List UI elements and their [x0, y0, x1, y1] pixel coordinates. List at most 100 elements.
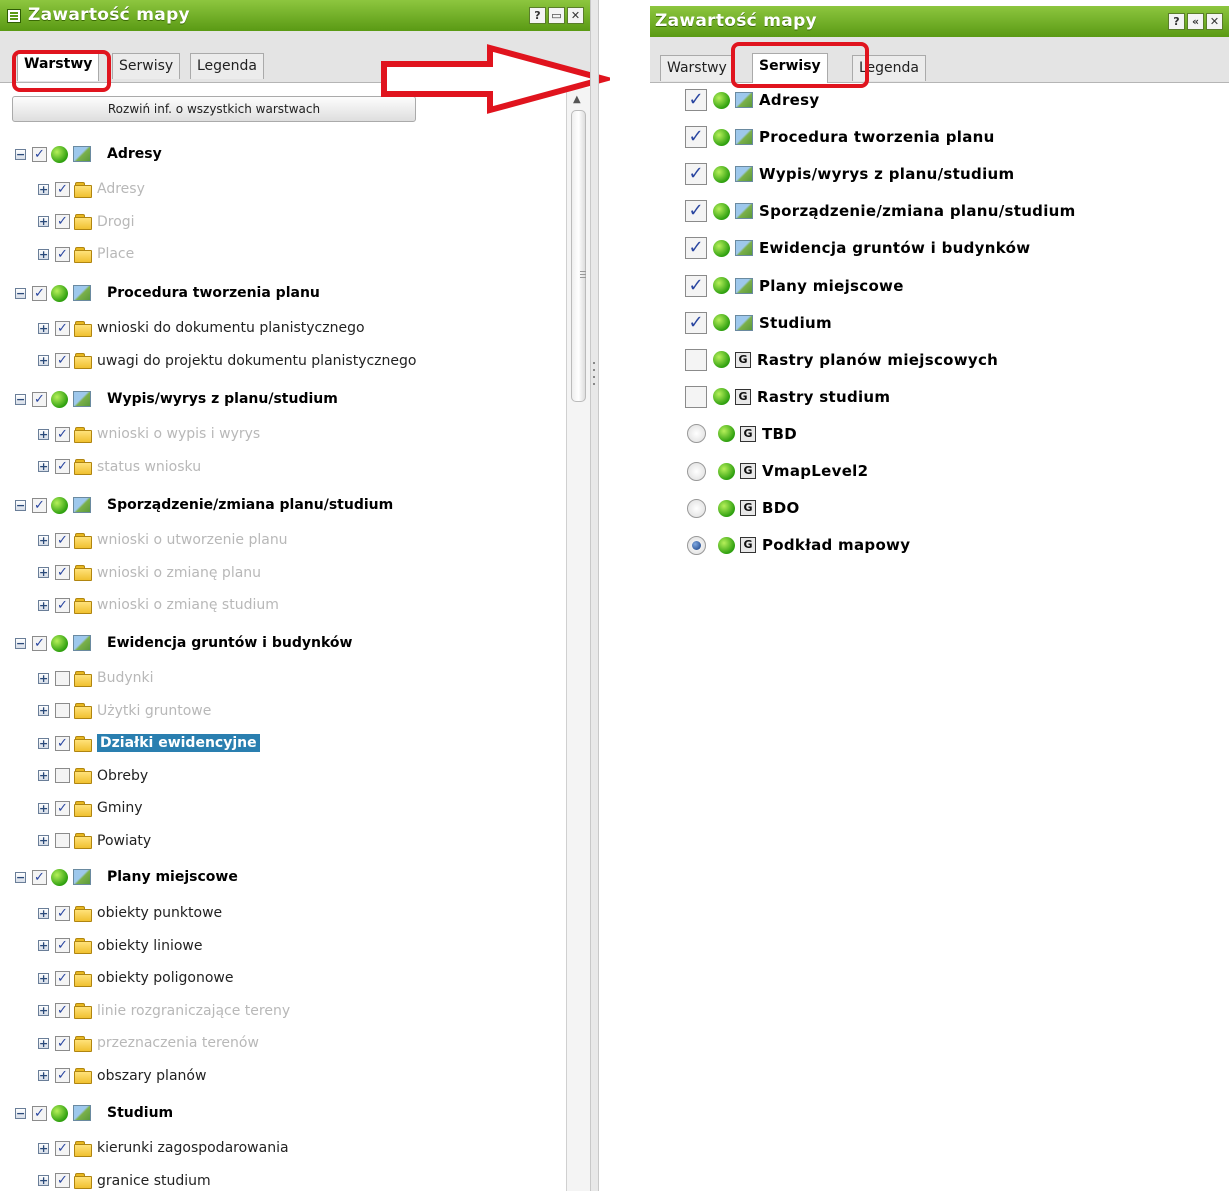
expand-icon[interactable]: + — [38, 1175, 49, 1186]
group-checkbox[interactable]: ✓ — [32, 285, 47, 301]
expand-icon[interactable]: + — [38, 1142, 49, 1154]
layer-checkbox[interactable] — [55, 833, 70, 848]
service-item[interactable]: ✓ Procedura tworzenia planu — [685, 124, 995, 150]
expand-icon[interactable]: + — [38, 534, 49, 546]
service-item[interactable]: G BDO — [685, 495, 800, 521]
layer-checkbox[interactable]: ✓ — [55, 970, 70, 986]
service-item[interactable]: ✓ Studium — [685, 310, 832, 336]
layer-checkbox[interactable]: ✓ — [55, 1035, 70, 1051]
group-checkbox[interactable]: ✓ — [32, 146, 47, 162]
service-checkbox[interactable]: ✓ — [685, 274, 707, 297]
tab-serwisy[interactable]: Serwisy — [112, 53, 181, 79]
expand-icon[interactable]: + — [38, 770, 49, 781]
layer-item[interactable]: + ✓ status wniosku — [38, 454, 201, 480]
layer-checkbox[interactable]: ✓ — [55, 459, 70, 474]
layer-checkbox[interactable]: ✓ — [55, 1068, 70, 1083]
layer-item[interactable]: + Powiaty — [38, 828, 151, 854]
layer-checkbox[interactable]: ✓ — [55, 426, 70, 442]
layer-group[interactable]: − ✓ Wypis/wyrys z planu/studium — [15, 386, 338, 412]
service-item[interactable]: ✓ Sporządzenie/zmiana planu/studium — [685, 198, 1076, 224]
layer-checkbox[interactable]: ✓ — [55, 565, 70, 580]
layer-item[interactable]: + Użytki gruntowe — [38, 698, 211, 724]
layer-checkbox[interactable] — [55, 670, 70, 686]
layer-checkbox[interactable] — [55, 703, 70, 718]
expand-icon[interactable]: + — [38, 802, 49, 814]
layer-item[interactable]: + ✓ wnioski o zmianę studium — [38, 592, 279, 618]
layer-item[interactable]: + ✓ Działki ewidencyjne — [38, 730, 260, 756]
layer-checkbox[interactable]: ✓ — [55, 597, 70, 613]
vertical-scrollbar[interactable]: ▲ — [566, 88, 590, 1191]
service-radio[interactable] — [687, 461, 706, 481]
service-checkbox[interactable]: ✓ — [685, 200, 707, 223]
panel-splitter[interactable] — [590, 0, 599, 1191]
expand-icon[interactable]: + — [38, 183, 49, 195]
service-item[interactable]: ✓ Ewidencja gruntów i budynków — [685, 235, 1030, 261]
panel-menu-icon[interactable] — [7, 9, 21, 23]
tab-legenda[interactable]: Legenda — [190, 53, 265, 79]
expand-icon[interactable]: + — [38, 907, 49, 919]
layer-checkbox[interactable]: ✓ — [55, 1173, 70, 1188]
service-checkbox[interactable]: ✓ — [685, 311, 707, 334]
expand-icon[interactable]: + — [38, 567, 49, 578]
help-icon[interactable]: ? — [1168, 13, 1185, 30]
expand-icon[interactable]: + — [38, 355, 49, 366]
service-checkbox[interactable]: ✓ — [685, 163, 707, 186]
layer-item[interactable]: + ✓ wnioski o wypis i wyrys — [38, 421, 260, 447]
layer-item[interactable]: + Obreby — [38, 763, 148, 789]
expand-icon[interactable]: + — [38, 461, 49, 472]
layer-item[interactable]: + ✓ Gminy — [38, 795, 143, 821]
group-checkbox[interactable]: ✓ — [32, 635, 47, 651]
close-icon[interactable]: ✕ — [1206, 13, 1223, 30]
layer-item[interactable]: + ✓ granice studium — [38, 1168, 211, 1191]
collapse-icon[interactable]: − — [15, 871, 26, 883]
layer-item[interactable]: + ✓ wnioski o utworzenie planu — [38, 527, 288, 553]
service-checkbox[interactable]: ✓ — [685, 237, 707, 260]
expand-icon[interactable]: + — [38, 940, 49, 951]
service-checkbox[interactable]: ✓ — [685, 89, 707, 111]
group-checkbox[interactable]: ✓ — [32, 1105, 47, 1121]
service-item[interactable]: ✓ Plany miejscowe — [685, 273, 904, 299]
service-radio[interactable] — [687, 535, 706, 555]
layer-checkbox[interactable]: ✓ — [55, 938, 70, 953]
service-checkbox[interactable]: ✓ — [685, 126, 707, 149]
collapse-icon[interactable]: − — [15, 1107, 26, 1119]
layer-checkbox[interactable]: ✓ — [55, 246, 70, 262]
layer-checkbox[interactable]: ✓ — [55, 735, 70, 751]
group-checkbox[interactable]: ✓ — [32, 869, 47, 885]
expand-icon[interactable]: + — [38, 835, 49, 846]
layer-item[interactable]: + ✓ obiekty liniowe — [38, 933, 202, 959]
layer-item[interactable]: + ✓ kierunki zagospodarowania — [38, 1135, 289, 1161]
collapse-icon[interactable]: − — [15, 499, 26, 511]
layer-checkbox[interactable]: ✓ — [55, 353, 70, 368]
expand-icon[interactable]: + — [38, 599, 49, 611]
layer-group[interactable]: − ✓ Adresy — [15, 141, 162, 167]
group-checkbox[interactable]: ✓ — [32, 391, 47, 407]
collapse-icon[interactable]: « — [1187, 13, 1204, 30]
collapse-icon[interactable]: − — [15, 393, 26, 405]
layer-item[interactable]: + ✓ linie rozgraniczające tereny — [38, 998, 290, 1024]
layer-item[interactable]: + ✓ Adresy — [38, 176, 145, 202]
collapse-icon[interactable]: − — [15, 287, 26, 299]
layer-item[interactable]: + ✓ Drogi — [38, 209, 135, 235]
layer-checkbox[interactable]: ✓ — [55, 181, 70, 197]
expand-icon[interactable]: + — [38, 1037, 49, 1049]
collapse-icon[interactable]: − — [15, 148, 26, 160]
layer-item[interactable]: + ✓ uwagi do projektu dokumentu planistycz… — [38, 348, 416, 374]
layer-item[interactable]: + ✓ wnioski o zmianę planu — [38, 560, 261, 586]
service-radio[interactable] — [687, 498, 706, 518]
service-item[interactable]: G Rastry planów miejscowych — [685, 347, 998, 373]
service-item[interactable]: G Podkład mapowy — [685, 532, 910, 558]
scrollbar-thumb[interactable] — [571, 110, 586, 402]
help-icon[interactable]: ? — [529, 7, 546, 24]
layer-checkbox[interactable]: ✓ — [55, 800, 70, 816]
layer-group[interactable]: − ✓ Ewidencja gruntów i budynków — [15, 630, 352, 656]
layer-group[interactable]: − ✓ Sporządzenie/zmiana planu/studium — [15, 492, 393, 518]
expand-icon[interactable]: + — [38, 248, 49, 260]
expand-icon[interactable]: + — [38, 705, 49, 716]
service-item[interactable]: ✓ Adresy — [685, 87, 819, 113]
restore-icon[interactable]: ▭ — [548, 7, 565, 24]
layer-item[interactable]: + ✓ wnioski do dokumentu planistycznego — [38, 315, 365, 341]
layer-checkbox[interactable]: ✓ — [55, 214, 70, 229]
group-checkbox[interactable]: ✓ — [32, 497, 47, 513]
expand-all-layers-button[interactable]: Rozwiń inf. o wszystkich warstwach — [12, 96, 416, 122]
